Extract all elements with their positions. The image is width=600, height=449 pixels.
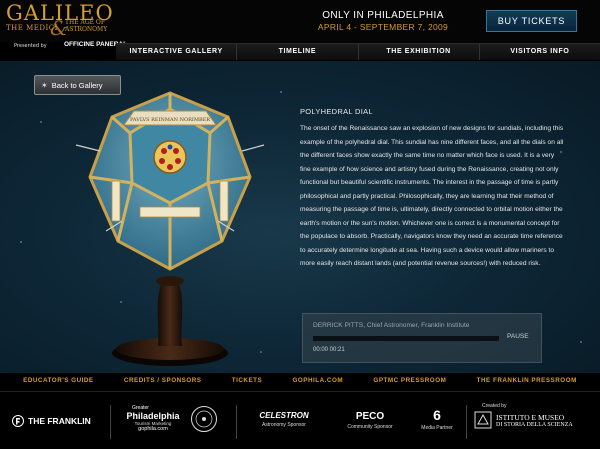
sponsor-bar: THE FRANKLIN Greater Philadelphia Touris… <box>0 397 600 449</box>
greater-philadelphia-logo[interactable]: Greater Philadelphia Tourism Marketing g… <box>120 405 186 432</box>
stand-collar <box>156 276 184 286</box>
link-credits-sponsors[interactable]: CREDITS / SPONSORS <box>124 377 202 389</box>
stand-column <box>157 281 183 346</box>
channel-6-name: 6 <box>433 407 441 423</box>
franklin-name: THE FRANKLIN <box>28 416 91 426</box>
logo-subtitle-right: THE AGE OF ASTRONOMY <box>65 19 108 33</box>
pause-button[interactable]: PAUSE <box>507 333 529 340</box>
footer-divider <box>0 391 600 392</box>
the-franklin-logo[interactable]: THE FRANKLIN <box>12 415 91 427</box>
object-description: The onset of the Renaissance saw an expl… <box>300 125 564 267</box>
exhibition-logo[interactable]: GALILEO & THE MEDICI THE AGE OF ASTRONOM… <box>6 3 126 39</box>
only-in-text: ONLY IN PHILADELPHIA <box>322 10 444 21</box>
audio-caption: DERRICK PITTS, Chief Astronomer, Frankli… <box>313 322 470 329</box>
time-readout: 00:00 00:21 <box>313 347 345 353</box>
museo-crest-icon <box>474 411 492 429</box>
polyhedral-dial-image[interactable]: PAVLVS REINMAN NORIMBER <box>70 81 270 371</box>
channel-6-logo[interactable]: 6 Media Partner <box>412 407 462 431</box>
link-franklin-pressroom[interactable]: THE FRANKLIN PRESSROOM <box>477 377 577 389</box>
franklin-icon <box>12 415 24 427</box>
museo-sub: DI STORIA DELLA SCIENZA <box>496 421 573 428</box>
created-by-label: Created by <box>482 403 507 409</box>
presented-by-label: Presented by <box>14 43 47 49</box>
main-nav: INTERACTIVE GALLERY TIMELINE THE EXHIBIT… <box>116 43 600 60</box>
philadelphia-name: Philadelphia <box>126 411 180 421</box>
gophila-url: gophila.com <box>138 426 168 432</box>
date-range: APRIL 4 - SEPTEMBER 7, 2009 <box>317 22 449 32</box>
sponsor-divider <box>466 405 467 439</box>
peco-role: Community Sponsor <box>347 424 393 430</box>
footer-links: EDUCATOR'S GUIDE CREDITS / SPONSORS TICK… <box>0 377 600 389</box>
gallery-detail: ✶ Back to Gallery PAVLVS REINMAN NORIMBE… <box>0 61 600 373</box>
buy-tickets-button[interactable]: BUY TICKETS <box>486 10 577 32</box>
link-gptmc-pressroom[interactable]: GPTMC PRESSROOM <box>373 377 446 389</box>
channel-6-role: Media Partner <box>421 425 453 431</box>
link-gophila[interactable]: GOPHILA.COM <box>293 377 344 389</box>
sponsor-divider <box>236 405 237 439</box>
museo-name: ISTITUTO E MUSEO <box>496 412 565 422</box>
link-tickets[interactable]: TICKETS <box>232 377 262 389</box>
exhibition-dates: ONLY IN PHILADELPHIA APRIL 4 - SEPTEMBER… <box>316 10 450 32</box>
nav-visitors-info[interactable]: VISITORS INFO <box>478 44 600 60</box>
nav-timeline[interactable]: TIMELINE <box>236 44 357 60</box>
inscription-plate: PAVLVS REINMAN NORIMBER <box>130 117 210 123</box>
sponsor-divider <box>110 405 111 439</box>
celestron-role: Astronomy Sponsor <box>262 422 306 428</box>
nav-interactive-gallery[interactable]: INTERACTIVE GALLERY <box>116 44 236 60</box>
page: GALILEO & THE MEDICI THE AGE OF ASTRONOM… <box>0 0 600 449</box>
seal-icon <box>191 406 217 432</box>
dodecahedron: PAVLVS REINMAN NORIMBER <box>75 91 265 271</box>
background-star <box>20 241 22 243</box>
celestron-name: CELESTRON <box>259 411 309 420</box>
object-info: POLYHEDRAL DIAL The onset of the Renaiss… <box>300 107 566 271</box>
audio-player: DERRICK PITTS, Chief Astronomer, Frankli… <box>302 313 542 363</box>
background-star <box>40 121 42 123</box>
background-star <box>280 91 282 93</box>
logo-subtitle-left: THE MEDICI <box>6 24 58 32</box>
link-educators-guide[interactable]: EDUCATOR'S GUIDE <box>23 377 94 389</box>
star-icon: ✶ <box>41 80 48 90</box>
nav-the-exhibition[interactable]: THE EXHIBITION <box>357 44 479 60</box>
peco-logo[interactable]: PECO Community Sponsor <box>334 411 406 430</box>
museo-logo[interactable]: Created by ISTITUTO E MUSEO DI STORIA DE… <box>474 403 594 429</box>
celestron-logo[interactable]: CELESTRON Astronomy Sponsor <box>248 411 320 428</box>
background-star <box>580 341 582 343</box>
object-title: POLYHEDRAL DIAL <box>300 107 373 116</box>
header: GALILEO & THE MEDICI THE AGE OF ASTRONOM… <box>0 0 600 42</box>
peco-name: PECO <box>355 411 385 422</box>
audio-progress-track[interactable] <box>313 336 499 341</box>
